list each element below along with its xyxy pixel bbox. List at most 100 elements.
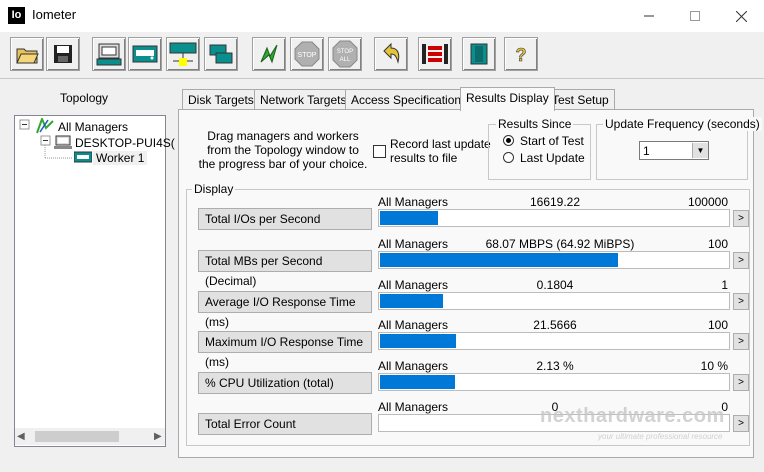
- chevron-right-icon: >: [738, 418, 744, 429]
- tree-item-desktop[interactable]: DESKTOP-PUI4S(: [75, 136, 175, 150]
- tree-item-all-managers[interactable]: All Managers: [58, 120, 128, 134]
- row-expand-button[interactable]: >: [733, 293, 749, 310]
- exit-button[interactable]: [462, 37, 496, 71]
- tab-results-display[interactable]: Results Display: [460, 87, 555, 111]
- start-tests-button[interactable]: [252, 37, 286, 71]
- scroll-right-icon[interactable]: ▶: [154, 431, 162, 442]
- svg-text:ALL: ALL: [340, 57, 351, 63]
- chevron-down-icon[interactable]: ▼: [692, 143, 708, 158]
- row-manager-label: All Managers: [378, 195, 449, 209]
- chevron-right-icon: >: [738, 213, 744, 224]
- row-expand-button[interactable]: >: [733, 210, 749, 227]
- worker-icon: [73, 151, 93, 166]
- toolbar: STOP STOP ALL ?: [0, 32, 764, 79]
- progress-bar[interactable]: [378, 373, 730, 391]
- metric-button[interactable]: Total MBs per Second (Decimal): [198, 250, 372, 288]
- row-max: 100: [707, 237, 728, 251]
- progress-fill: [380, 253, 618, 267]
- maximize-button[interactable]: [672, 0, 718, 32]
- progress-fill: [380, 294, 443, 308]
- metric-button[interactable]: Total I/Os per Second: [198, 208, 372, 230]
- progress-bar[interactable]: [378, 209, 730, 227]
- row-expand-button[interactable]: >: [733, 374, 749, 391]
- topology-title: Topology: [60, 91, 109, 105]
- update-frequency-title: Update Frequency (seconds): [603, 117, 762, 131]
- row-value: 16619.22: [529, 195, 581, 209]
- stop-button[interactable]: STOP: [290, 37, 324, 71]
- title-bar: Io Iometer: [0, 0, 764, 32]
- stop-all-icon: STOP ALL: [332, 40, 358, 68]
- progress-bar[interactable]: [378, 251, 730, 269]
- chevron-right-icon: >: [738, 377, 744, 388]
- svg-text:?: ?: [516, 45, 527, 65]
- watermark-logo: nexthardware.com: [540, 405, 725, 427]
- about-button[interactable]: ?: [504, 37, 538, 71]
- tab-access-specifications[interactable]: Access Specifications: [345, 89, 474, 109]
- record-checkbox[interactable]: [373, 145, 386, 158]
- metric-button[interactable]: Average I/O Response Time (ms): [198, 291, 372, 329]
- watermark-tagline: your ultimate professional resource: [598, 432, 723, 441]
- open-button[interactable]: [10, 37, 44, 71]
- close-button[interactable]: [718, 0, 764, 32]
- minimize-icon: [644, 15, 654, 17]
- tab-test-setup[interactable]: Test Setup: [546, 89, 615, 109]
- display-title: Display: [192, 182, 236, 196]
- row-expand-button[interactable]: >: [733, 415, 749, 432]
- progress-bar[interactable]: [378, 332, 730, 350]
- progress-fill: [380, 375, 455, 389]
- reset-workers-button[interactable]: [374, 37, 408, 71]
- row-expand-button[interactable]: >: [733, 252, 749, 269]
- last-update-radio[interactable]: [503, 152, 514, 163]
- metric-button[interactable]: Total Error Count: [198, 413, 372, 435]
- horizontal-scrollbar[interactable]: ◀ ▶: [15, 428, 165, 445]
- chevron-right-icon: >: [738, 296, 744, 307]
- new-disk-worker-button[interactable]: [128, 37, 162, 71]
- update-frequency-value: 1: [643, 144, 650, 158]
- disconnect-managers-icon: [422, 44, 448, 64]
- progress-fill: [380, 211, 438, 225]
- start-tests-icon: [260, 44, 278, 64]
- row-value: 2.13 %: [536, 359, 574, 373]
- save-button[interactable]: [46, 37, 80, 71]
- stop-all-button[interactable]: STOP ALL: [328, 37, 362, 71]
- tree-item-worker[interactable]: Worker 1: [93, 151, 148, 165]
- disconnect-managers-button[interactable]: [418, 37, 452, 71]
- metric-button[interactable]: % CPU Utilization (total): [198, 372, 372, 394]
- open-icon: [16, 48, 39, 64]
- row-value: 68.07 MBPS (64.92 MiBPS): [485, 237, 635, 251]
- svg-text:STOP: STOP: [298, 52, 317, 59]
- row-max: 1: [721, 278, 728, 292]
- new-network-worker-icon: [169, 42, 197, 66]
- minimize-button[interactable]: [626, 0, 672, 32]
- duplicate-worker-icon: [209, 44, 233, 64]
- row-manager-label: All Managers: [378, 278, 449, 292]
- managers-icon: [35, 116, 55, 137]
- progress-bar[interactable]: [378, 292, 730, 310]
- row-max: 100: [707, 318, 728, 332]
- topology-tree[interactable]: All Managers DESKTOP-PUI4S( Worker 1: [14, 115, 175, 447]
- svg-text:STOP: STOP: [337, 49, 353, 55]
- new-network-worker-button[interactable]: [166, 37, 200, 71]
- start-display-button[interactable]: [92, 37, 126, 71]
- row-expand-button[interactable]: >: [733, 333, 749, 350]
- row-manager-label: All Managers: [378, 359, 449, 373]
- chevron-right-icon: >: [738, 336, 744, 347]
- maximize-icon: [690, 11, 700, 21]
- tab-disk-targets[interactable]: Disk Targets: [182, 89, 260, 109]
- about-icon: ?: [515, 45, 527, 66]
- row-value: 0.1804: [536, 278, 574, 292]
- update-frequency-select[interactable]: 1 ▼: [639, 141, 709, 160]
- scroll-thumb[interactable]: [35, 431, 119, 442]
- window-title: Iometer: [32, 7, 77, 22]
- tab-network-targets[interactable]: Network Targets: [254, 89, 353, 109]
- start-of-test-radio[interactable]: [503, 135, 514, 146]
- duplicate-worker-button[interactable]: [204, 37, 238, 71]
- scroll-left-icon[interactable]: ◀: [17, 431, 25, 442]
- metric-button[interactable]: Maximum I/O Response Time (ms): [198, 331, 372, 369]
- exit-icon: [470, 43, 488, 65]
- reset-workers-icon: [383, 42, 400, 64]
- instructions-text: Drag managers and workers from the Topol…: [198, 129, 368, 171]
- computer-icon: [54, 135, 72, 152]
- start-display-icon: [96, 43, 122, 66]
- new-disk-worker-icon: [132, 45, 158, 63]
